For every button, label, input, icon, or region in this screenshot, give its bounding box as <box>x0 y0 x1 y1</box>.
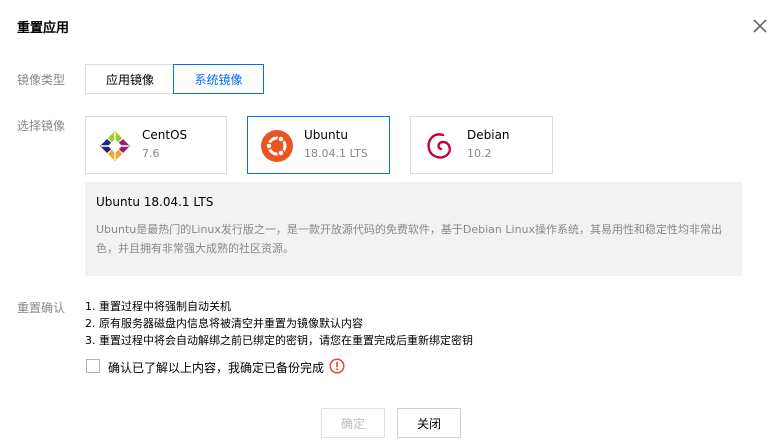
close-icon[interactable] <box>752 18 768 34</box>
close-button[interactable]: 关闭 <box>397 408 461 438</box>
image-select-label: 选择镜像 <box>17 119 66 133</box>
image-description-title: Ubuntu 18.04.1 LTS <box>96 195 214 209</box>
reset-notes: 1. 重置过程中将强制自动关机 2. 原有服务器磁盘内信息将被清空并重置为镜像默… <box>85 298 473 349</box>
image-card-debian[interactable]: Debian 10.2 <box>410 116 553 174</box>
reset-note: 2. 原有服务器磁盘内信息将被清空并重置为镜像默认内容 <box>85 317 363 330</box>
dialog-title: 重置应用 <box>17 21 70 36</box>
warning-icon <box>329 358 345 374</box>
image-version-ubuntu: 18.04.1 LTS <box>304 147 368 160</box>
confirm-checkbox[interactable] <box>86 359 100 373</box>
system-image-tab[interactable]: 系统镜像 <box>173 64 264 94</box>
image-version-debian: 10.2 <box>467 147 492 160</box>
image-description-panel: Ubuntu 18.04.1 LTS Ubuntu是最热门的Linux发行版之一… <box>85 182 742 276</box>
image-description-text: Ubuntu是最热门的Linux发行版之一，是一款开放源代码的免费软件，基于De… <box>96 223 723 255</box>
image-name-ubuntu: Ubuntu <box>304 128 348 142</box>
image-name-debian: Debian <box>467 128 510 142</box>
confirm-label: 重置确认 <box>17 301 66 315</box>
image-type-label: 镜像类型 <box>17 73 66 87</box>
app-image-tab[interactable]: 应用镜像 <box>85 64 174 94</box>
image-name-centos: CentOS <box>142 128 188 142</box>
confirm-checkbox-label[interactable]: 确认已了解以上内容，我确定已备份完成 <box>108 359 324 376</box>
confirm-button[interactable]: 确定 <box>321 408 385 438</box>
image-card-ubuntu[interactable]: Ubuntu 18.04.1 LTS <box>247 116 390 174</box>
reset-note: 1. 重置过程中将强制自动关机 <box>85 300 231 313</box>
reset-note: 3. 重置过程中将会自动解绑之前已绑定的密钥，请您在重置完成后重新绑定密钥 <box>85 334 473 347</box>
image-card-centos[interactable]: CentOS 7.6 <box>85 116 227 174</box>
ubuntu-logo-icon <box>261 130 293 162</box>
debian-logo-icon <box>427 133 451 159</box>
centos-logo-icon <box>100 131 130 161</box>
image-version-centos: 7.6 <box>142 147 160 160</box>
